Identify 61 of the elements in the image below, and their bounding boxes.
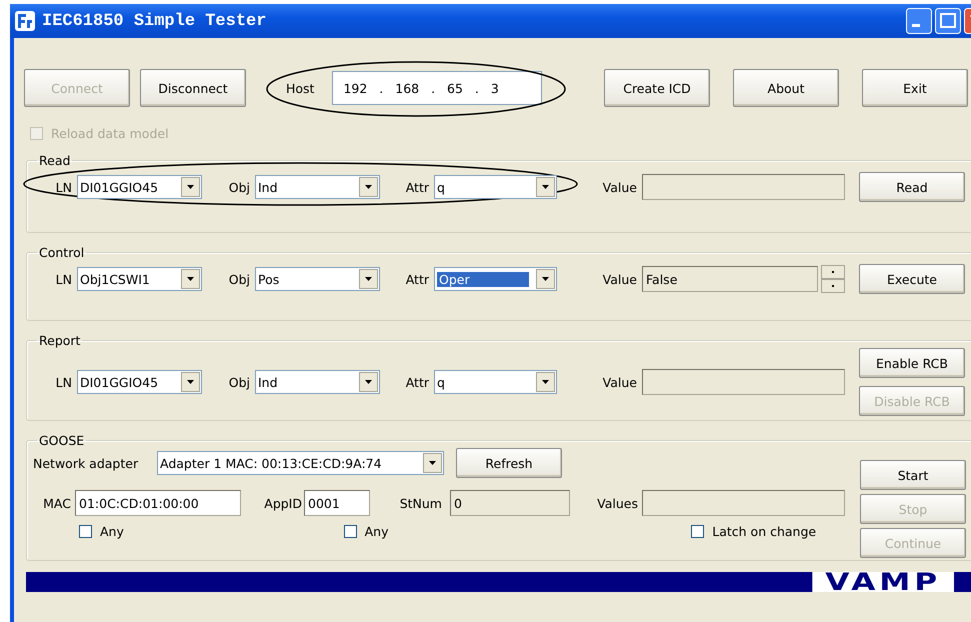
field-label: Attr	[404, 180, 430, 194]
group-title: Report	[38, 333, 82, 348]
field-label: Obj	[228, 180, 251, 194]
button[interactable]: Execute	[859, 264, 965, 294]
maximize-icon[interactable]	[935, 8, 961, 34]
dropdown[interactable]: Adapter 1 MAC: 00:13:CE:CD:9A:74	[157, 451, 444, 475]
field-label: Obj	[228, 374, 251, 390]
field-label: Value	[602, 272, 638, 286]
button[interactable]: Disconnect	[140, 69, 246, 107]
button[interactable]: About	[733, 69, 839, 107]
button[interactable]: Enable RCB	[859, 348, 965, 378]
dropdown[interactable]: q	[434, 175, 557, 199]
field-label: Obj	[228, 272, 251, 286]
values-field[interactable]	[642, 490, 845, 516]
dropdown[interactable]: Pos	[255, 267, 380, 291]
dropdown[interactable]: Ind	[255, 175, 380, 199]
button[interactable]: Start	[860, 460, 966, 490]
field-label: AppID	[263, 496, 303, 510]
checkbox-label: Reload data model	[51, 126, 169, 141]
ip-address-field[interactable]: 192 . 168 . 65 . 3	[332, 71, 542, 105]
button[interactable]: Exit	[862, 69, 968, 107]
field-label: Values	[596, 496, 639, 510]
field-label: StNum	[398, 496, 443, 510]
text-field[interactable]: 0001	[304, 490, 370, 516]
host-label: Host	[286, 80, 314, 96]
group-title: Read	[38, 153, 72, 168]
field-label: Attr	[404, 272, 430, 286]
field-label: MAC	[42, 496, 72, 510]
dropdown[interactable]: DI01GGIO45	[77, 370, 202, 394]
value-field[interactable]: False	[642, 266, 818, 292]
field-label: Attr	[404, 374, 430, 390]
checkbox-label: Any	[364, 524, 388, 539]
button[interactable]: Refresh	[456, 448, 562, 478]
value-field[interactable]	[642, 174, 845, 200]
dropdown[interactable]: DI01GGIO45	[77, 175, 202, 199]
text-field[interactable]: 0	[450, 490, 570, 516]
checkbox[interactable]	[79, 525, 92, 538]
dropdown[interactable]: q	[434, 370, 557, 394]
group-title: Control	[38, 245, 86, 260]
text-field[interactable]: 01:0C:CD:01:00:00	[75, 490, 241, 516]
field-label: Value	[602, 374, 638, 390]
value-field[interactable]	[642, 369, 845, 395]
brand-logo: VAMP	[812, 572, 954, 592]
field-label: LN	[54, 180, 73, 194]
checkbox[interactable]	[344, 525, 357, 538]
checkbox[interactable]	[691, 525, 704, 538]
field-label: Network adapter	[33, 456, 140, 470]
checkbox-label: Latch on change	[712, 524, 816, 539]
dropdown[interactable]: Oper	[434, 267, 557, 291]
button[interactable]: Read	[859, 172, 965, 202]
checkbox-label: Any	[100, 524, 124, 539]
group-title: GOOSE	[38, 433, 86, 448]
dropdown[interactable]: Obj1CSWI1	[77, 267, 202, 291]
field-label: LN	[54, 272, 73, 286]
dropdown[interactable]: Ind	[255, 370, 380, 394]
button[interactable]: Create ICD	[604, 69, 710, 107]
app-icon	[14, 10, 36, 32]
field-label: Value	[602, 180, 638, 194]
window-title: IEC61850 Simple Tester	[42, 12, 268, 30]
minimize-icon[interactable]	[906, 8, 932, 34]
field-label: LN	[54, 374, 73, 390]
